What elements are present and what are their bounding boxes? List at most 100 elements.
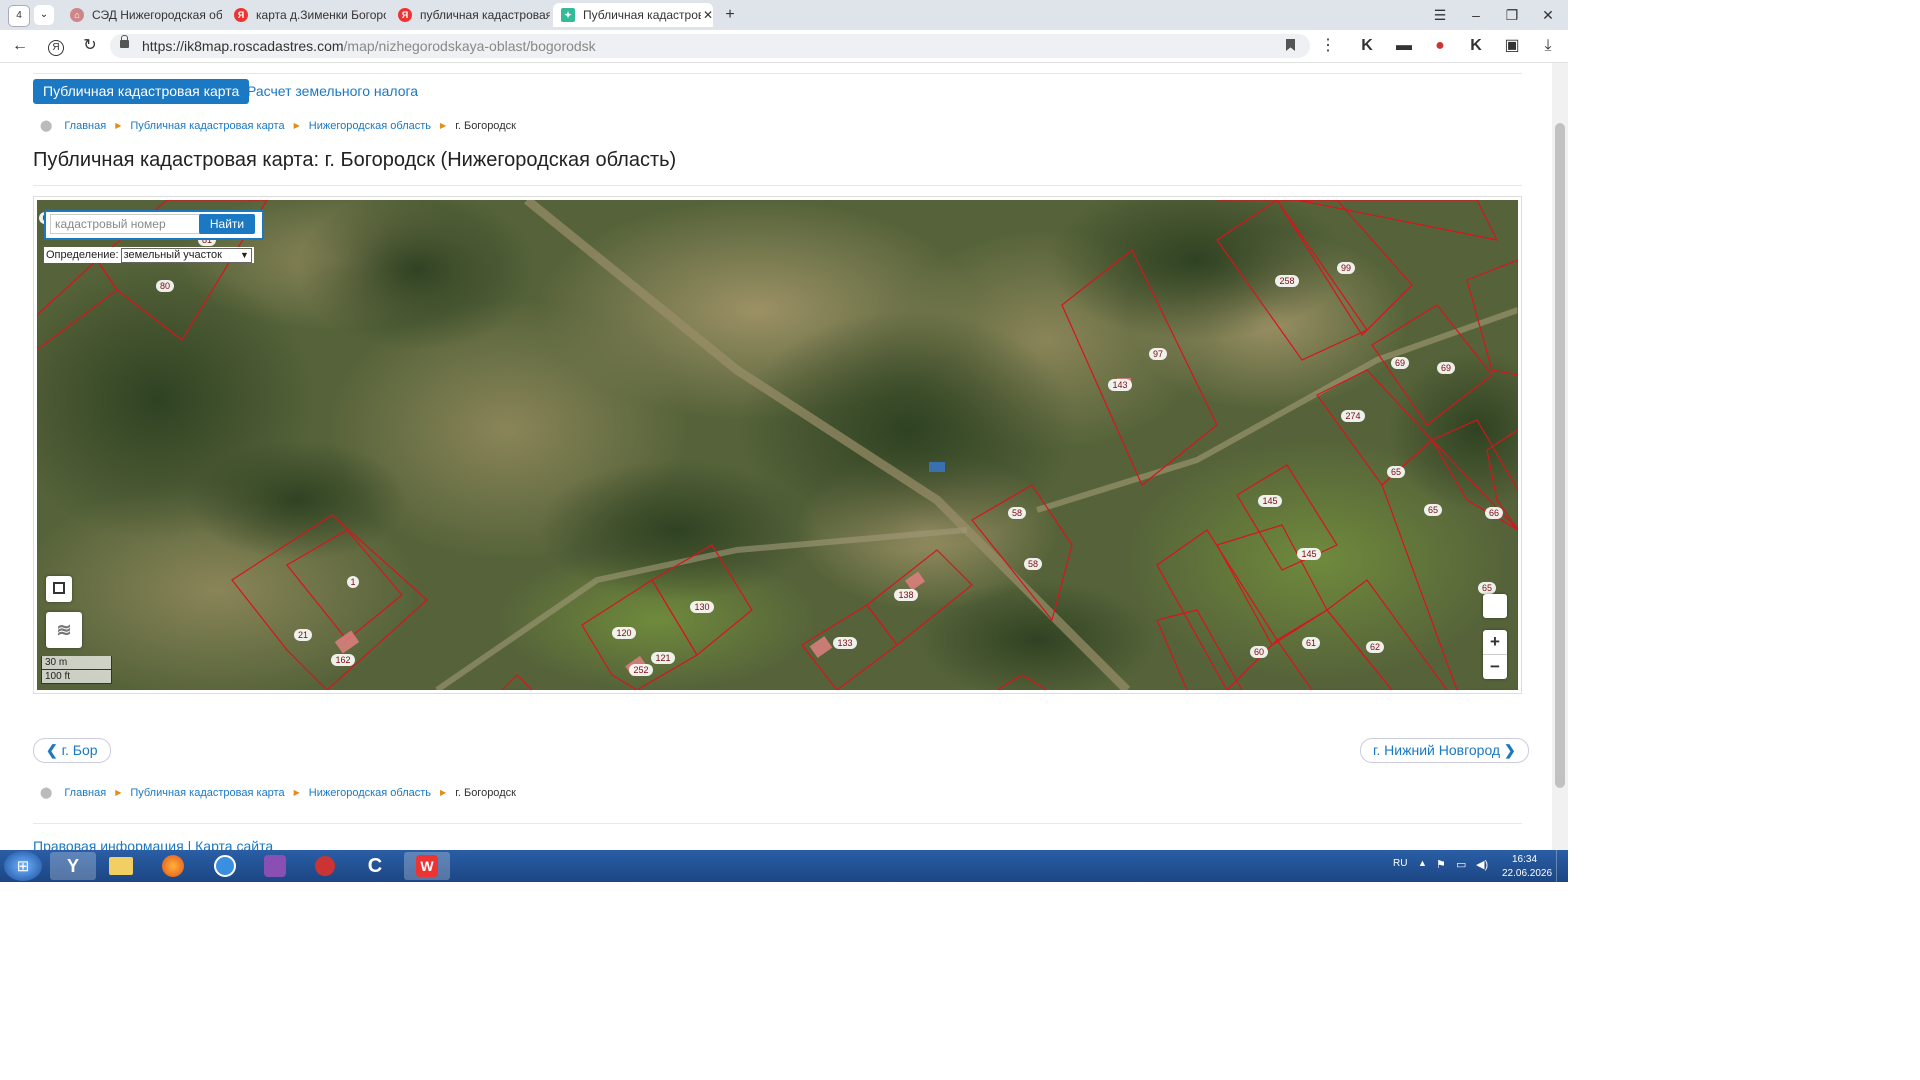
tab-cadastral-map[interactable]: ✦ Публичная кадастровая ✕ [553, 3, 713, 27]
collections-icon[interactable]: ▣ [1500, 34, 1524, 58]
parcel-number-label[interactable]: 66 [1485, 507, 1503, 519]
parcel-number-label[interactable]: 58 [1024, 558, 1042, 570]
definition-value: земельный участок [123, 248, 222, 261]
close-tab-icon[interactable]: ✕ [703, 3, 713, 27]
restore-icon[interactable]: ❐ [1498, 4, 1526, 26]
extension-shield-icon[interactable]: ▬ [1392, 34, 1416, 58]
app-purple-taskbar-icon[interactable] [252, 852, 298, 880]
extension-k-icon[interactable]: K [1355, 34, 1379, 58]
back-icon[interactable]: ← [8, 34, 32, 58]
parcel-number-label[interactable]: 99 [1337, 262, 1355, 274]
firefox-taskbar-icon[interactable] [150, 852, 196, 880]
tab-yandex-search[interactable]: Я публичная кадастровая к [390, 3, 550, 27]
parcel-number-label[interactable]: 60 [1250, 646, 1268, 658]
breadcrumb-home[interactable]: Главная [64, 786, 106, 800]
volume-icon[interactable]: ◀) [1476, 858, 1488, 871]
tabs-dropdown-icon[interactable]: ⌄ [34, 5, 54, 25]
parcel-number-label[interactable]: 69 [1437, 362, 1455, 374]
breadcrumb-region[interactable]: Нижегородская область [309, 786, 431, 800]
breadcrumb-home[interactable]: Главная [64, 119, 106, 133]
parcel-number-label[interactable]: 143 [1108, 379, 1132, 391]
parcel-number-label[interactable]: 58 [1008, 507, 1026, 519]
parcel-number-label[interactable]: 130 [690, 601, 714, 613]
parcel-number-label[interactable]: 145 [1297, 548, 1321, 560]
parcel-number-label[interactable]: 145 [1258, 495, 1282, 507]
next-city-button[interactable]: г. Нижний Новгород ❯ [1360, 738, 1529, 763]
parcel-number-label[interactable]: 65 [1478, 582, 1496, 594]
chevron-left-icon: ❮ [46, 742, 58, 758]
tray-expand-icon[interactable]: ▲ [1418, 858, 1427, 868]
breadcrumb-current: г. Богородск [455, 787, 516, 799]
start-button[interactable]: ⊞ [4, 851, 42, 881]
svg-text:133: 133 [837, 638, 852, 648]
parcel-number-label[interactable]: 21 [294, 629, 312, 641]
app-c-taskbar-icon[interactable]: C [352, 852, 398, 880]
zoom-in-button[interactable]: + [1483, 630, 1507, 655]
parcel-number-label[interactable]: 133 [833, 637, 857, 649]
land-tax-link[interactable]: Расчет земельного налога [247, 79, 418, 104]
flag-icon[interactable]: ⚑ [1436, 858, 1446, 871]
parcel-number-label[interactable]: 1 [347, 576, 359, 588]
menu-icon[interactable]: ☰ [1426, 4, 1454, 26]
parcel-number-label[interactable]: 138 [894, 589, 918, 601]
footer-links[interactable]: Правовая информация | Карта сайта [33, 838, 273, 850]
page-scrollbar[interactable] [1552, 63, 1568, 850]
cadastral-map[interactable]: 8081612112012113013313858589714325899696… [37, 200, 1518, 690]
prev-city-button[interactable]: ❮ г. Бор [33, 738, 111, 763]
layers-button[interactable]: ≋ [46, 612, 82, 648]
parcel-number-label[interactable]: 274 [1341, 410, 1365, 422]
parcel-number-label[interactable]: 162 [331, 654, 355, 666]
breadcrumb-cadastral-map[interactable]: Публичная кадастровая карта [130, 119, 284, 133]
minimize-icon[interactable]: – [1462, 4, 1490, 26]
yandex-button-icon[interactable]: Я [44, 34, 68, 58]
parcel-number-label[interactable]: 65 [1424, 504, 1442, 516]
language-indicator[interactable]: RU [1393, 858, 1407, 869]
more-icon[interactable]: ⋮ [1316, 34, 1340, 58]
find-button[interactable]: Найти [199, 214, 255, 234]
extension-k2-icon[interactable]: K [1464, 34, 1488, 58]
tab-counter[interactable]: 4 [8, 5, 30, 27]
extension-bug-icon[interactable]: ● [1428, 34, 1452, 58]
clock-date[interactable]: 22.06.2026 [1502, 868, 1552, 879]
new-tab-icon[interactable]: + [720, 5, 740, 25]
show-desktop-button[interactable] [1556, 850, 1569, 882]
cadastral-number-input[interactable]: кадастровый номер [50, 214, 202, 234]
zoom-out-button[interactable]: − [1483, 655, 1507, 679]
svg-text:143: 143 [1112, 380, 1127, 390]
parcel-number-label[interactable]: 97 [1149, 348, 1167, 360]
parcel-number-label[interactable]: 120 [612, 627, 636, 639]
network-icon[interactable]: ▭ [1456, 858, 1466, 871]
url-field[interactable]: https://ik8map.roscadastres.com/map/nizh… [110, 34, 1310, 58]
definition-select[interactable]: земельный участок ▼ [120, 247, 252, 263]
tab-sed[interactable]: ⌂ СЭД Нижегородская обл. [62, 3, 222, 27]
svg-text:61: 61 [1306, 638, 1316, 648]
parcel-number-label[interactable]: 121 [651, 652, 675, 664]
breadcrumb-region[interactable]: Нижегородская область [309, 119, 431, 133]
parcel-number-label[interactable]: 65 [1387, 466, 1405, 478]
tab-yandex-map[interactable]: Я карта д.Зименки Богород [226, 3, 386, 27]
clock-time[interactable]: 16:34 [1512, 854, 1537, 865]
svg-text:69: 69 [1395, 358, 1405, 368]
app-blue-taskbar-icon[interactable] [202, 852, 248, 880]
breadcrumb-cadastral-map[interactable]: Публичная кадастровая карта [130, 786, 284, 800]
reload-icon[interactable]: ↻ [78, 34, 102, 58]
parcel-number-label[interactable]: 80 [156, 280, 174, 292]
explorer-taskbar-icon[interactable] [98, 852, 144, 880]
app-balloon-taskbar-icon[interactable] [302, 852, 348, 880]
download-icon[interactable]: ⤓ [1536, 34, 1560, 58]
scrollbar-thumb[interactable] [1555, 123, 1565, 788]
map-blank-control[interactable] [1483, 594, 1507, 618]
wps-office-taskbar-icon[interactable]: W [404, 852, 450, 880]
cadastral-map-tab-button[interactable]: Публичная кадастровая карта [33, 79, 250, 104]
parcel-number-label[interactable]: 69 [1391, 357, 1409, 369]
svg-text:1: 1 [350, 577, 355, 587]
close-window-icon[interactable]: ✕ [1534, 4, 1562, 26]
parcel-number-label[interactable]: 61 [1302, 637, 1320, 649]
yandex-browser-taskbar-icon[interactable]: Y [50, 852, 96, 880]
parcel-number-label[interactable]: 258 [1275, 275, 1299, 287]
parcel-number-label[interactable]: 62 [1366, 641, 1384, 653]
parcel-number-label[interactable]: 252 [629, 664, 653, 676]
svg-text:274: 274 [1345, 411, 1360, 421]
bookmark-icon[interactable] [1286, 39, 1295, 51]
fullscreen-button[interactable] [46, 576, 72, 602]
